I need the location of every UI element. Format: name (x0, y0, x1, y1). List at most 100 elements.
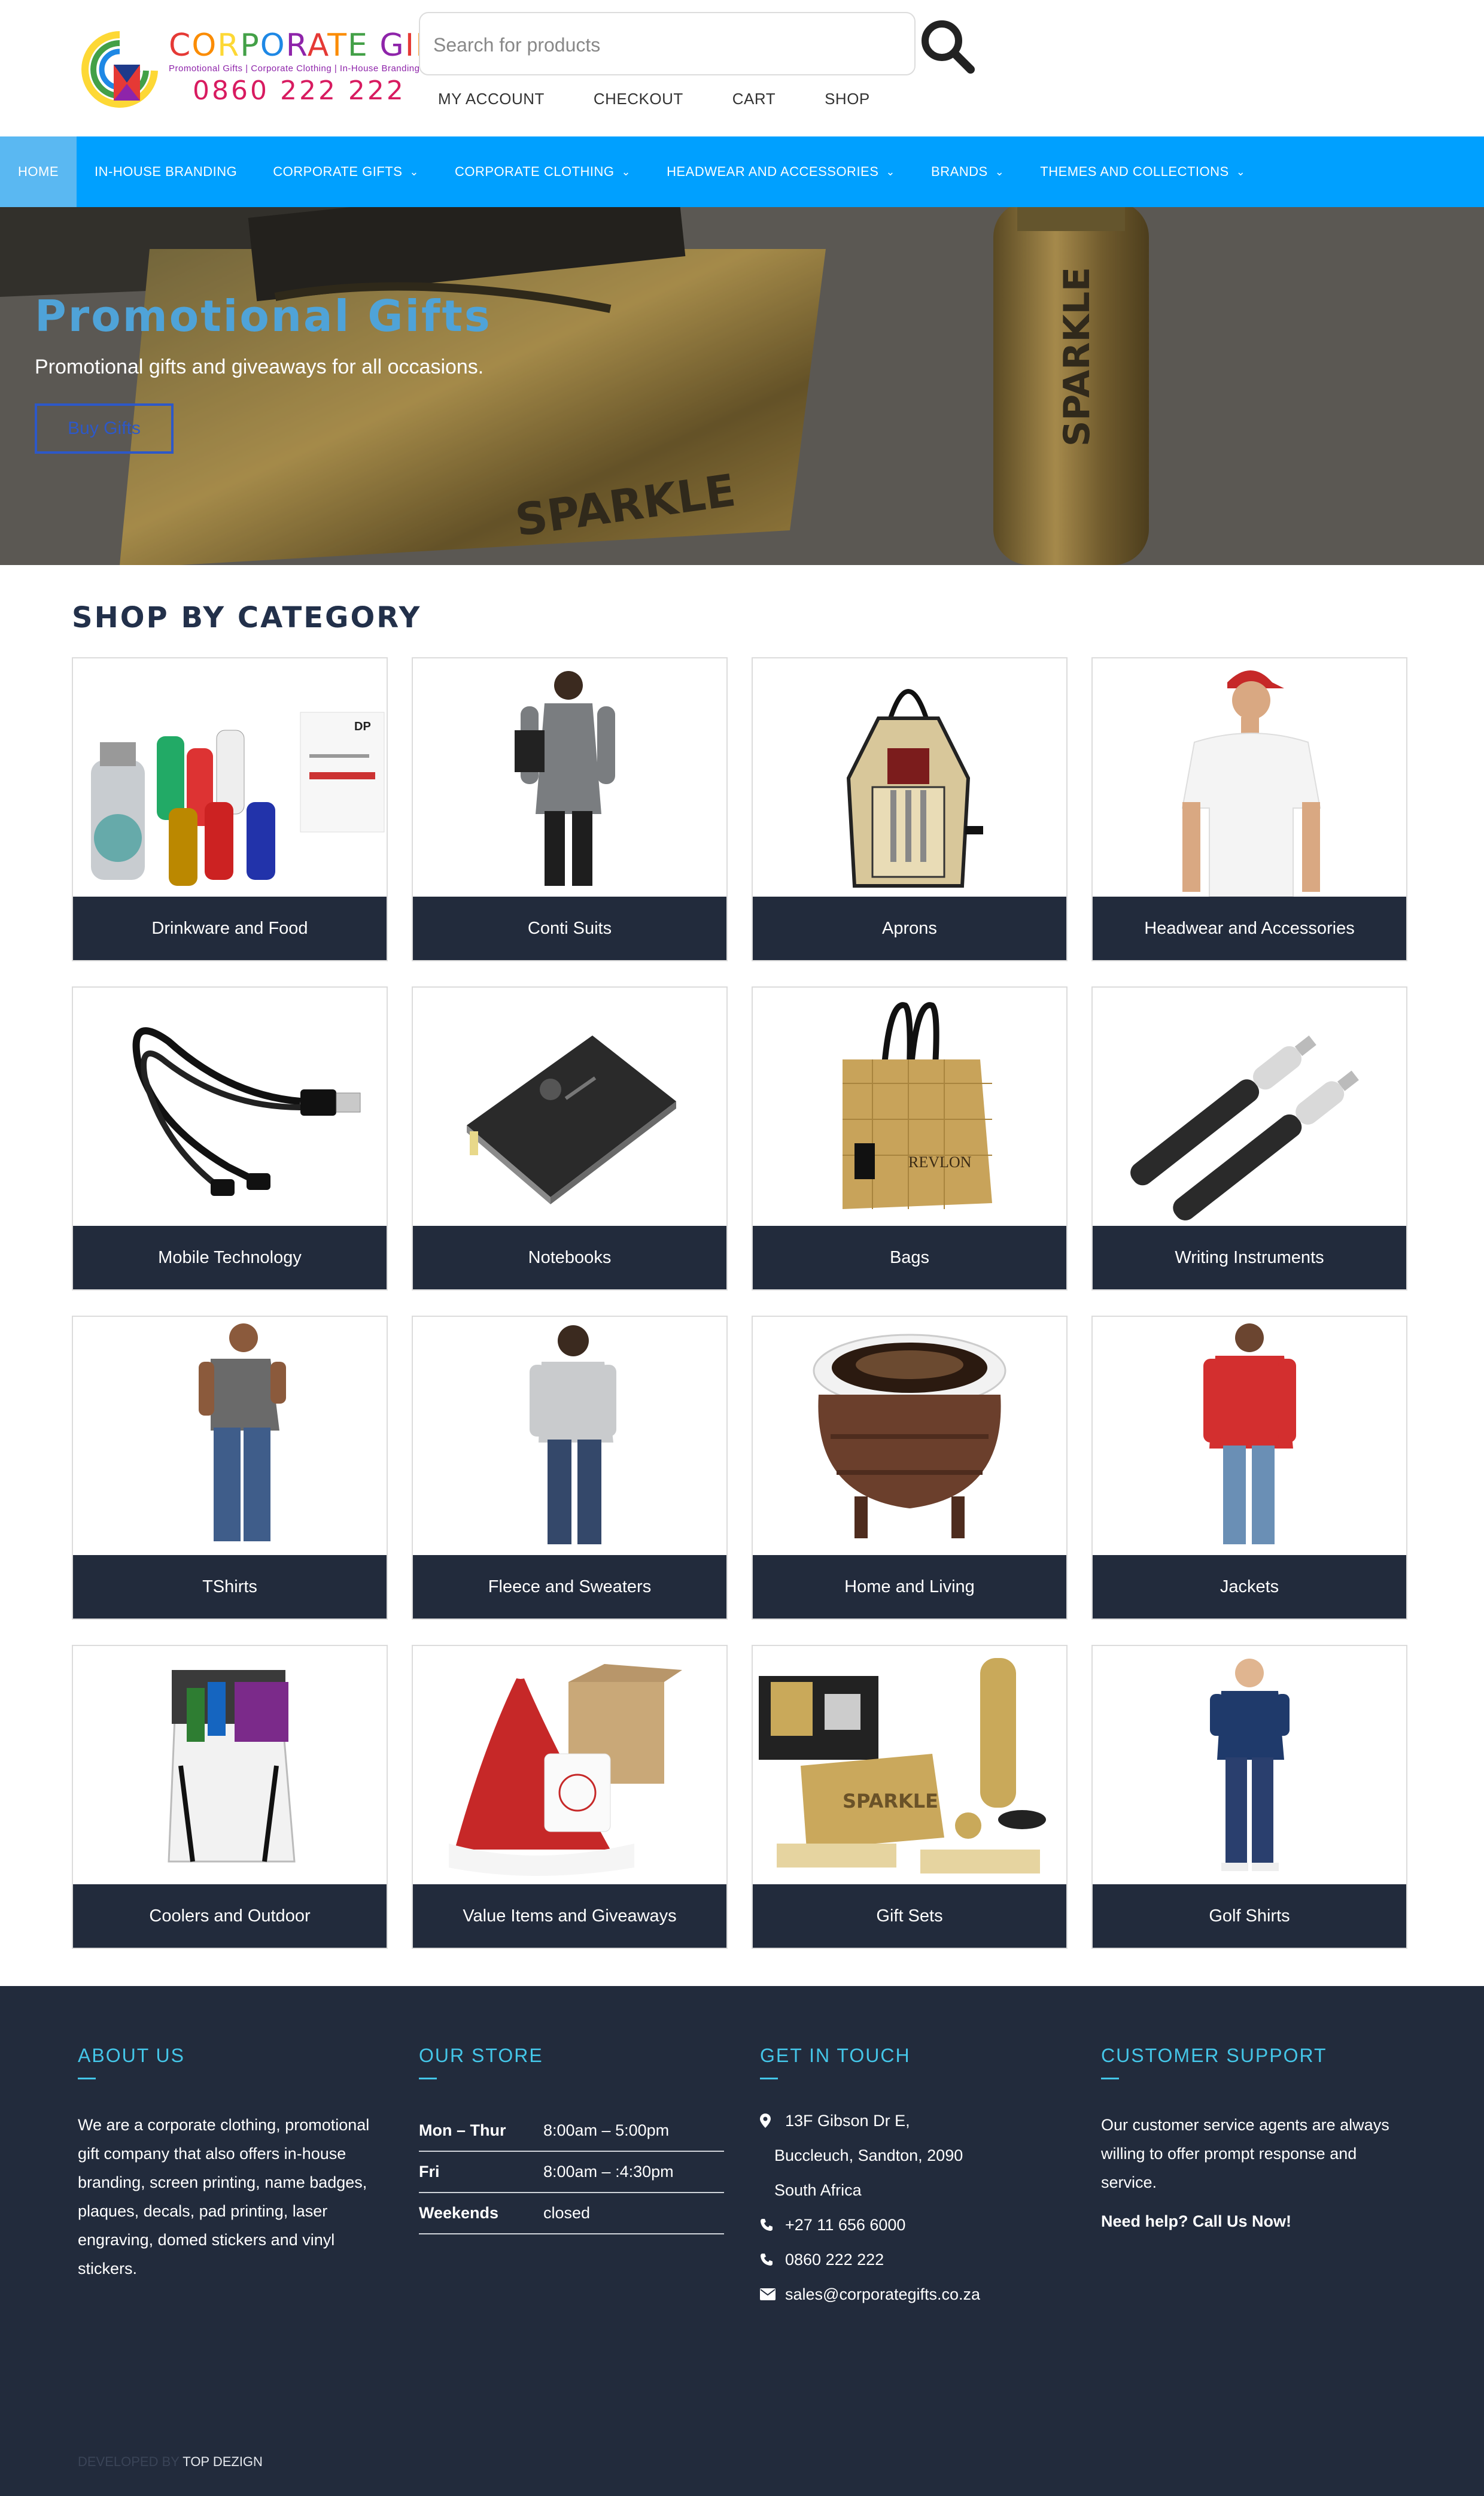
jacket-man-image (1093, 1317, 1406, 1555)
category-card-coolers-and-outdoor[interactable]: Coolers and Outdoor (72, 1645, 388, 1949)
category-card-home-and-living[interactable]: BREW MASTER Home and Living (752, 1316, 1068, 1620)
link-my-account[interactable]: MY ACCOUNT (438, 90, 545, 108)
phone-line[interactable]: 0860 222 222 (760, 2242, 1071, 2277)
category-label: Conti Suits (413, 897, 726, 960)
hours-row: Weekends closed (419, 2193, 724, 2234)
search-input[interactable] (433, 30, 900, 60)
nav-item-corporate-gifts[interactable]: CORPORATE GIFTS ⌄ (255, 136, 437, 207)
nav-item-in-house-branding[interactable]: IN-HOUSE BRANDING (77, 136, 255, 207)
nav-item-home[interactable]: HOME (0, 136, 77, 207)
category-label: Jackets (1093, 1555, 1406, 1619)
tshirt-man-image (73, 1317, 387, 1555)
footer-support: CUSTOMER SUPPORT Our customer service ag… (1101, 2045, 1412, 2231)
giftset-image-text: SPARKLE (843, 1790, 938, 1812)
category-card-jackets[interactable]: Jackets (1091, 1316, 1407, 1620)
copyright-line: DEVELOPED BY TOP DEZIGN (78, 2454, 263, 2470)
address-2: Buccleuch, Sandton, 2090 (774, 2146, 963, 2164)
category-card-tshirts[interactable]: TShirts (72, 1316, 388, 1620)
chevron-down-icon: ⌄ (886, 165, 896, 178)
nav-item-brands[interactable]: BRANDS ⌄ (913, 136, 1022, 207)
link-checkout[interactable]: CHECKOUT (594, 90, 683, 108)
category-card-fleece-and-sweaters[interactable]: Fleece and Sweaters (412, 1316, 728, 1620)
contact-list: 13F Gibson Dr E, Buccleuch, Sandton, 209… (760, 2103, 1071, 2312)
footer-heading: OUR STORE (419, 2045, 543, 2066)
nav-item-headwear-and-accessories[interactable]: HEADWEAR AND ACCESSORIES ⌄ (649, 136, 913, 207)
address-line: South Africa (760, 2173, 1071, 2207)
hours-day: Fri (419, 2151, 543, 2193)
category-label: Gift Sets (753, 1884, 1066, 1948)
link-shop[interactable]: SHOP (825, 90, 870, 108)
hoodie-man-image (413, 1317, 726, 1555)
footer-heading: GET IN TOUCH (760, 2045, 911, 2066)
phone-1: +27 11 656 6000 (785, 2215, 906, 2234)
envelope-icon (760, 2288, 779, 2300)
pens-image (1093, 988, 1406, 1226)
phone-2: 0860 222 222 (785, 2250, 884, 2269)
category-label: Headwear and Accessories (1093, 897, 1406, 960)
chevron-down-icon: ⌄ (621, 165, 631, 178)
category-label: Home and Living (753, 1555, 1066, 1619)
categories-title: SHOP BY CATEGORY (72, 601, 422, 634)
footer-contact: GET IN TOUCH 13F Gibson Dr E, Buccleuch,… (760, 2045, 1071, 2312)
category-label: Bags (753, 1226, 1066, 1289)
category-label: Coolers and Outdoor (73, 1884, 387, 1948)
category-card-golf-shirts[interactable]: Golf Shirts (1091, 1645, 1407, 1949)
bag-image-text: REVLON (908, 1153, 972, 1171)
category-card-value-items-and-giveaways[interactable]: Value Items and Giveaways (412, 1645, 728, 1949)
category-card-writing-instruments[interactable]: Writing Instruments (1091, 986, 1407, 1290)
developer-link[interactable]: TOP DEZIGN (183, 2454, 263, 2469)
footer-heading: CUSTOMER SUPPORT (1101, 2045, 1327, 2066)
apron-image (753, 658, 1066, 897)
category-card-headwear-and-accessories[interactable]: Headwear and Accessories (1091, 657, 1407, 961)
buy-gifts-button[interactable]: Buy Gifts (35, 403, 174, 454)
chevron-down-icon: ⌄ (409, 165, 419, 178)
site-logo[interactable]: CORPORATE GIFTS Promotional Gifts | Corp… (78, 24, 474, 114)
category-card-drinkware-and-food[interactable]: DP Drinkware and Food (72, 657, 388, 961)
cable-image (73, 988, 387, 1226)
search-icon[interactable] (918, 17, 978, 77)
category-label: Aprons (753, 897, 1066, 960)
category-card-aprons[interactable]: Aprons (752, 657, 1068, 961)
email-line[interactable]: sales@corporategifts.co.za (760, 2277, 1071, 2312)
phone-icon (760, 2253, 779, 2266)
map-marker-icon (760, 2114, 779, 2128)
heading-underline (419, 2078, 437, 2079)
hours-row: Mon – Thur 8:00am – 5:00pm (419, 2111, 724, 2152)
copyright-prefix: DEVELOPED BY (78, 2454, 180, 2469)
nav-item-themes-and-collections[interactable]: THEMES AND COLLECTIONS ⌄ (1022, 136, 1263, 207)
nav-label: HOME (18, 164, 59, 179)
heading-underline (78, 2078, 96, 2079)
category-label: Writing Instruments (1093, 1226, 1406, 1289)
chevron-down-icon: ⌄ (1236, 165, 1246, 178)
hours-day: Weekends (419, 2193, 543, 2234)
nav-label: IN-HOUSE BRANDING (95, 164, 238, 179)
hours-time: 8:00am – :4:30pm (543, 2151, 724, 2193)
hero-title: Promotional Gifts (35, 291, 492, 341)
phone-icon (760, 2218, 779, 2231)
footer-store: OUR STORE Mon – Thur 8:00am – 5:00pm Fri… (419, 2045, 730, 2234)
main-nav: HOME IN-HOUSE BRANDING CORPORATE GIFTS ⌄ … (0, 136, 1484, 207)
potjie-image: BREW MASTER (753, 1317, 1066, 1555)
link-cart[interactable]: CART (732, 90, 776, 108)
category-card-bags[interactable]: REVLON Bags (752, 986, 1068, 1290)
category-card-conti-suits[interactable]: Conti Suits (412, 657, 728, 961)
site-footer: ABOUT US We are a corporate clothing, pr… (0, 1986, 1484, 2496)
hours-row: Fri 8:00am – :4:30pm (419, 2151, 724, 2193)
nav-item-corporate-clothing[interactable]: CORPORATE CLOTHING ⌄ (437, 136, 649, 207)
category-card-notebooks[interactable]: Notebooks (412, 986, 728, 1290)
category-card-gift-sets[interactable]: SPARKLE Gift Sets (752, 1645, 1068, 1949)
category-grid: DP Drinkware and Food Conti Suits Aprons… (72, 657, 1407, 1950)
footer-about: ABOUT US We are a corporate clothing, pr… (78, 2045, 389, 2283)
drinkware-image: DP (73, 658, 387, 897)
hero-subtitle: Promotional gifts and giveaways for all … (35, 356, 484, 378)
nav-label: THEMES AND COLLECTIONS (1040, 164, 1229, 179)
category-label: Mobile Technology (73, 1226, 387, 1289)
nav-label: BRANDS (931, 164, 988, 179)
hours-day: Mon – Thur (419, 2111, 543, 2152)
hours-time: closed (543, 2193, 724, 2234)
heading-underline (1101, 2078, 1119, 2079)
category-card-mobile-technology[interactable]: Mobile Technology (72, 986, 388, 1290)
call-us-text: Need help? Call Us Now! (1101, 2212, 1292, 2230)
phone-line[interactable]: +27 11 656 6000 (760, 2207, 1071, 2242)
golf-man-image (1093, 1646, 1406, 1884)
